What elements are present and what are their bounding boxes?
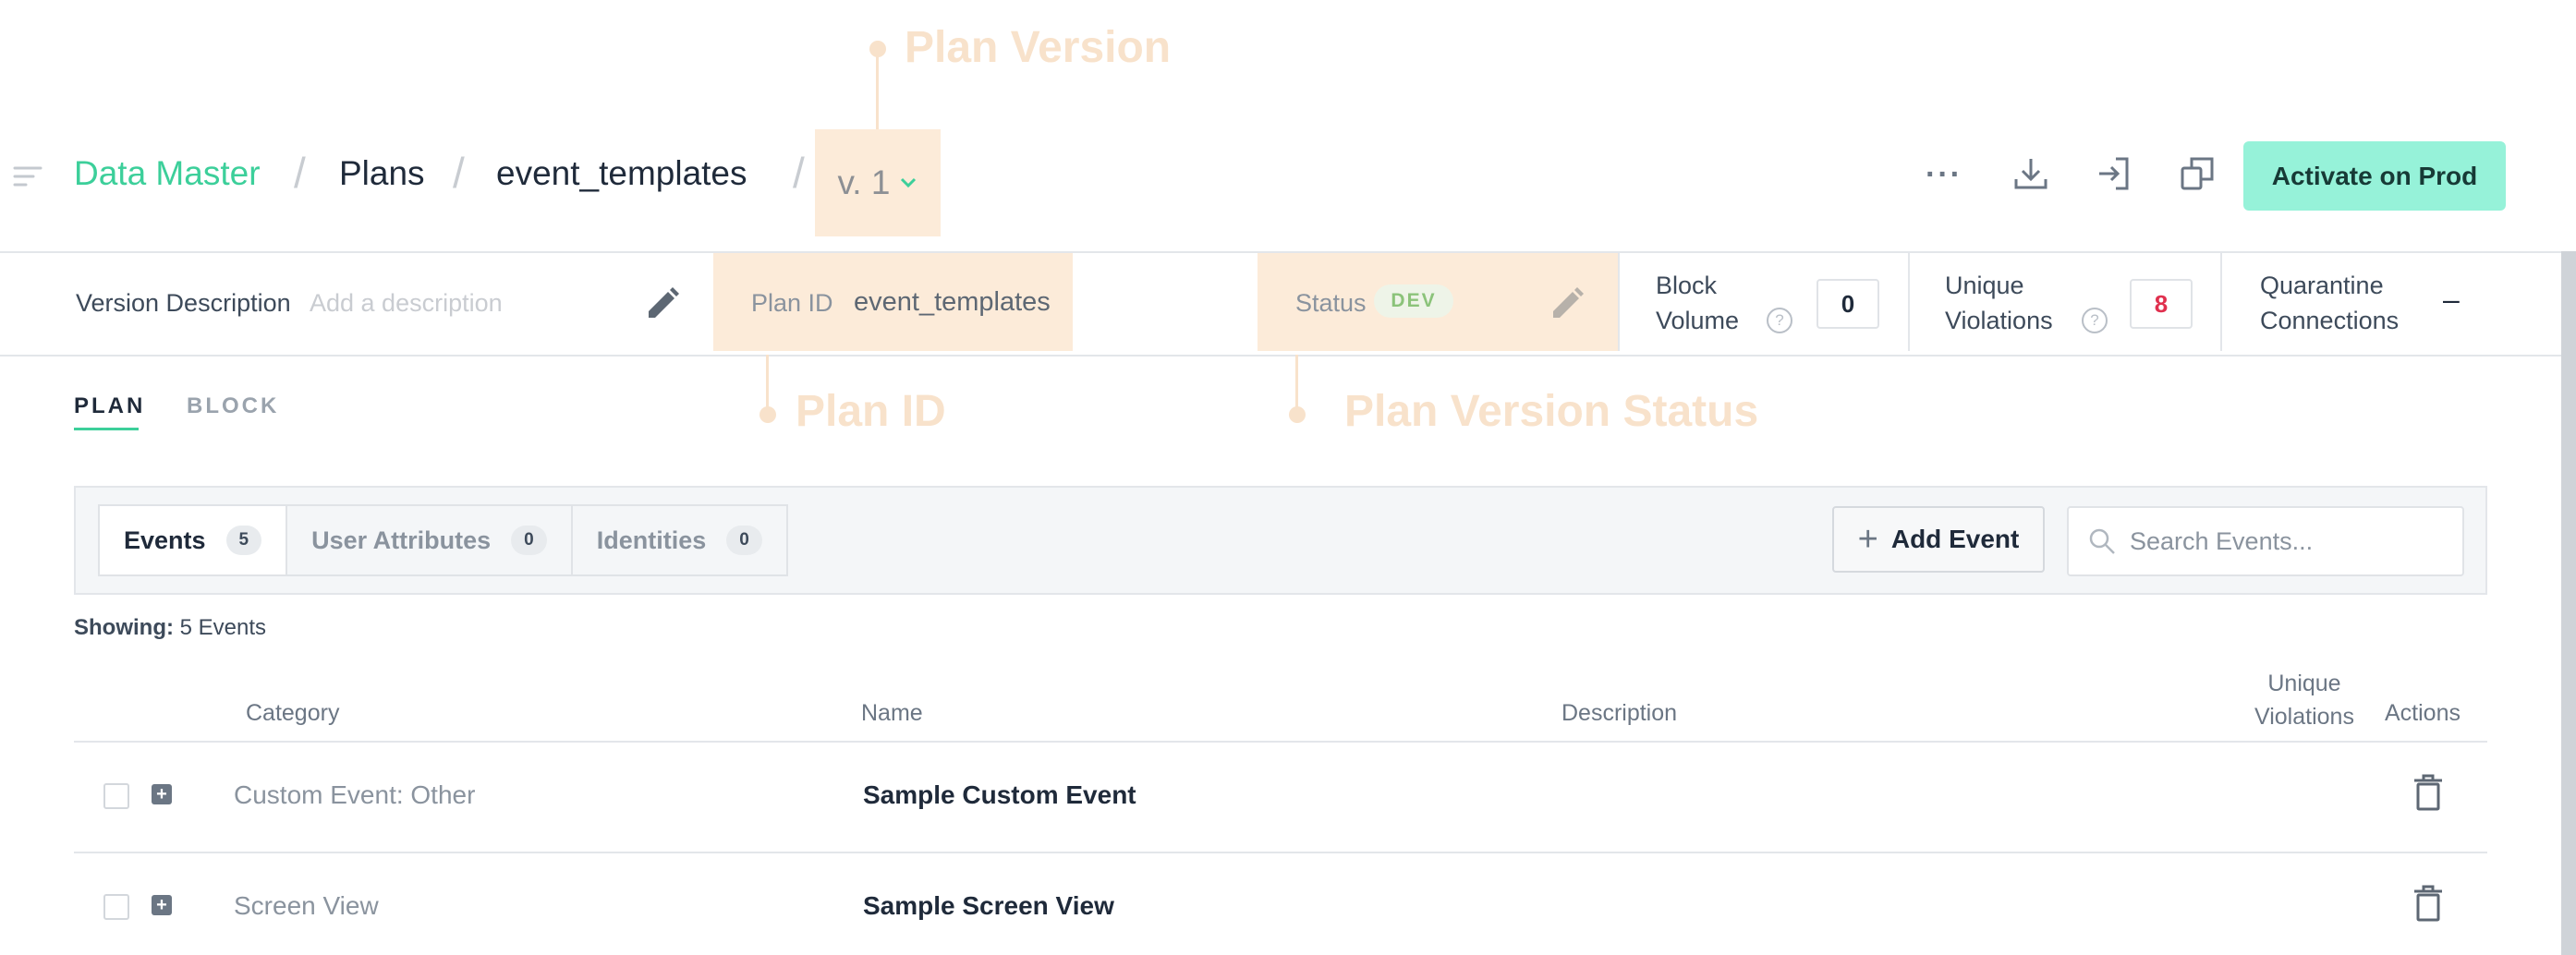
plan-id-label: Plan ID: [751, 289, 833, 317]
plan-id-callout: Plan ID: [796, 387, 946, 436]
subtab-identities[interactable]: Identities 0: [572, 506, 786, 574]
breadcrumb-data-master[interactable]: Data Master: [74, 154, 261, 193]
block-volume-label-line2: Volume: [1656, 307, 1740, 334]
row-name[interactable]: Sample Screen View: [863, 891, 1114, 921]
help-icon[interactable]: ?: [2082, 308, 2108, 333]
tab-plan[interactable]: PLAN: [74, 393, 145, 419]
import-icon[interactable]: [2096, 155, 2132, 197]
block-volume-value: 0: [1817, 279, 1879, 329]
showing-count: Showing: 5 Events: [74, 615, 266, 641]
info-divider: [1618, 253, 1620, 351]
tab-block[interactable]: BLOCK: [187, 393, 279, 419]
showing-prefix: Showing:: [74, 615, 174, 640]
quarantine-label-line2: Connections: [2260, 307, 2400, 334]
subtab-identities-label: Identities: [596, 526, 707, 554]
pencil-icon[interactable]: [1549, 286, 1585, 326]
subtab-events-label: Events: [124, 526, 206, 554]
info-divider: [1908, 253, 1910, 351]
subtab-events-count: 5: [225, 526, 262, 555]
unique-violations-label-line2: Violations: [1945, 307, 2053, 334]
row-checkbox[interactable]: [103, 783, 129, 809]
subtab-user-attributes-label: User Attributes: [311, 526, 492, 554]
add-event-button[interactable]: + Add Event: [1832, 506, 2045, 573]
search-input[interactable]: Search Events...: [2130, 527, 2313, 556]
row-name[interactable]: Sample Custom Event: [863, 780, 1136, 810]
row-checkbox[interactable]: [103, 894, 129, 920]
scrollbar[interactable]: [2561, 251, 2576, 955]
plus-icon: +: [1857, 519, 1878, 559]
quarantine-connections-label: Quarantine Connections: [2260, 268, 2399, 338]
menu-lines-icon[interactable]: [13, 164, 43, 188]
breadcrumb-separator: /: [294, 149, 306, 197]
status-callout-line: [1295, 355, 1298, 410]
pencil-icon[interactable]: [645, 286, 680, 326]
plan-id-callout-line: [766, 355, 769, 410]
status-label: Status: [1295, 289, 1367, 317]
search-events-field[interactable]: Search Events...: [2067, 506, 2464, 576]
plan-version-callout-line: [876, 52, 879, 129]
breadcrumb-plans[interactable]: Plans: [339, 154, 425, 193]
unique-violations-value[interactable]: 8: [2130, 279, 2193, 329]
status-callout-dot: [1289, 406, 1306, 423]
expand-icon[interactable]: +: [152, 784, 172, 804]
row-category: Screen View: [234, 891, 379, 920]
column-header-name[interactable]: Name: [861, 700, 923, 727]
column-header-category[interactable]: Category: [246, 700, 339, 727]
copy-icon[interactable]: [2179, 155, 2216, 197]
table-row[interactable]: [74, 853, 2487, 955]
version-description-input[interactable]: Add a description: [310, 289, 503, 318]
quarantine-connections-value: –: [2443, 283, 2460, 316]
tab-plan-underline: [74, 428, 139, 430]
search-icon: [2087, 526, 2117, 556]
breadcrumb-separator: /: [793, 149, 805, 197]
column-header-actions: Actions: [2385, 700, 2461, 726]
expand-icon[interactable]: +: [152, 895, 172, 915]
showing-text: 5 Events: [179, 615, 267, 640]
plan-id-value: event_templates: [854, 287, 1051, 317]
activate-on-prod-button[interactable]: Activate on Prod: [2243, 141, 2506, 211]
subtab-events[interactable]: Events 5: [100, 506, 288, 574]
info-divider: [2220, 253, 2222, 351]
entity-tabs: Events 5 User Attributes 0 Identities 0: [98, 504, 788, 576]
version-label: v. 1: [837, 163, 891, 201]
trash-icon[interactable]: [2412, 885, 2444, 926]
block-volume-label-line1: Block: [1656, 272, 1718, 299]
breadcrumb-plan-name[interactable]: event_templates: [496, 154, 747, 193]
row-category: Custom Event: Other: [234, 780, 476, 809]
unique-violations-header-line1: Unique: [2267, 671, 2341, 696]
download-icon[interactable]: [2012, 155, 2049, 197]
subtab-user-attributes-count: 0: [511, 526, 547, 555]
block-volume-label: Block Volume: [1656, 268, 1739, 338]
column-header-unique-violations[interactable]: Unique Violations: [2254, 667, 2354, 733]
subtab-identities-count: 0: [726, 526, 762, 555]
plan-id-callout-dot: [759, 406, 776, 423]
help-icon[interactable]: ?: [1767, 308, 1792, 333]
chevron-down-icon: [899, 176, 917, 189]
unique-violations-label: Unique Violations: [1945, 268, 2053, 338]
status-badge: DEV: [1374, 284, 1453, 318]
subtab-user-attributes[interactable]: User Attributes 0: [287, 506, 573, 574]
more-options-icon[interactable]: ···: [1926, 157, 1962, 193]
unique-violations-header-line2: Violations: [2254, 704, 2354, 730]
add-event-label: Add Event: [1890, 525, 2020, 553]
version-selector[interactable]: v. 1: [815, 129, 941, 236]
plan-version-callout: Plan Version: [905, 23, 1172, 72]
quarantine-label-line1: Quarantine: [2260, 272, 2384, 299]
column-header-description[interactable]: Description: [1561, 700, 1677, 727]
plan-version-status-callout: Plan Version Status: [1344, 387, 1759, 436]
unique-violations-label-line1: Unique: [1945, 272, 2024, 299]
breadcrumb-separator: /: [453, 149, 465, 197]
version-description-label: Version Description: [76, 289, 291, 317]
trash-icon[interactable]: [2412, 774, 2444, 816]
